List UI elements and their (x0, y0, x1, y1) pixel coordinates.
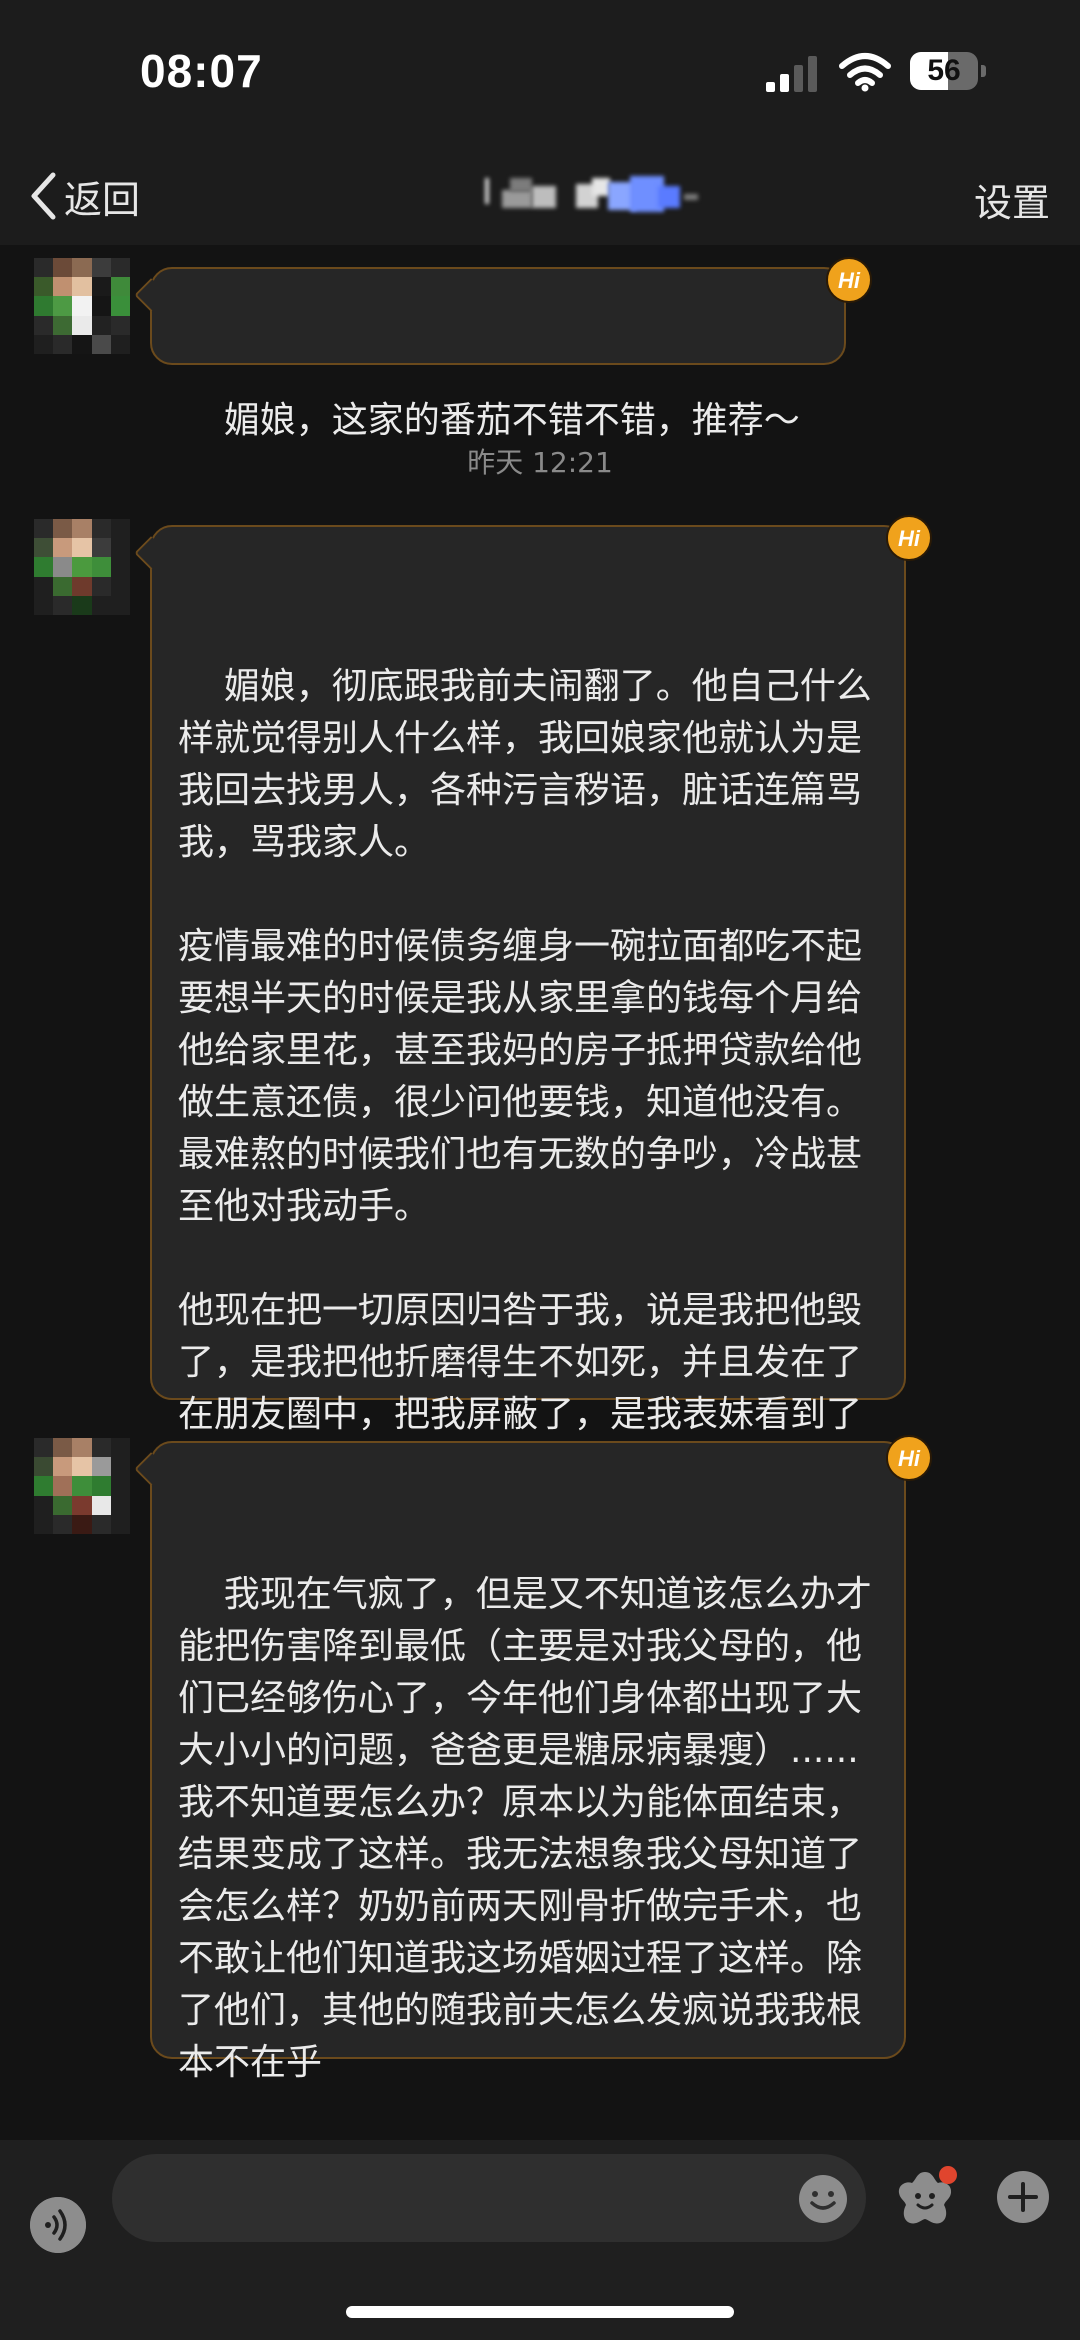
home-indicator (346, 2306, 734, 2318)
battery-icon: 56 (910, 52, 986, 90)
contact-name-redacted (480, 170, 710, 224)
wifi-icon (839, 53, 891, 92)
svg-text:Hi: Hi (898, 1446, 921, 1471)
message-input[interactable] (140, 2154, 764, 2244)
back-label: 返回 (64, 177, 141, 222)
status-time: 08:07 (140, 45, 263, 97)
battery-label: 56 (927, 54, 961, 87)
message-text: 媚娘，这家的番茄不错不错，推荐～ (223, 400, 800, 441)
message-text: 媚娘，彻底跟我前夫闹翻了。他自己什么样就觉得别人什么样，我回娘家他就认为是我回去… (178, 666, 872, 1487)
nav-bar: 返回 设置 (0, 150, 1080, 245)
input-bar (0, 2140, 1080, 2340)
message-text: 我现在气疯了，但是又不知道该怎么办才能把伤害降到最低（主要是对我父母的，他们已经… (178, 1574, 872, 2083)
avatar[interactable] (34, 1438, 130, 1534)
back-chevron-icon (31, 172, 56, 220)
hi-badge-icon: Hi (886, 1435, 932, 1481)
hi-badge-icon: Hi (886, 515, 932, 561)
chat-area[interactable]: 媚娘，这家的番茄不错不错，推荐～ Hi 昨天 12:21 媚娘，彻底跟我前夫闹翻… (0, 245, 1080, 2140)
settings-button[interactable]: 设置 (974, 172, 1050, 227)
status-bar: 08:07 56 (0, 0, 1080, 150)
message-bubble[interactable]: 媚娘，彻底跟我前夫闹翻了。他自己什么样就觉得别人什么样，我回娘家他就认为是我回去… (134, 525, 906, 1487)
avatar[interactable] (34, 258, 130, 354)
svg-text:Hi: Hi (898, 526, 921, 551)
hi-badge-icon: Hi (826, 257, 872, 303)
timestamp: 昨天 12:21 (467, 446, 613, 479)
message-input-container (112, 2154, 866, 2244)
sticker-icon[interactable] (890, 2164, 960, 2234)
message-bubble[interactable]: 我现在气疯了，但是又不知道该怎么办才能把伤害降到最低（主要是对我父母的，他们已经… (134, 1441, 906, 2083)
message-bubble[interactable]: 媚娘，这家的番茄不错不错，推荐～ (134, 267, 846, 441)
back-button[interactable]: 返回 (28, 164, 140, 228)
emoji-icon[interactable] (798, 2174, 848, 2224)
plus-icon[interactable] (996, 2170, 1050, 2224)
avatar[interactable] (34, 519, 130, 615)
signal-icon (766, 56, 817, 92)
voice-icon[interactable] (30, 2197, 86, 2253)
svg-text:Hi: Hi (838, 268, 861, 293)
